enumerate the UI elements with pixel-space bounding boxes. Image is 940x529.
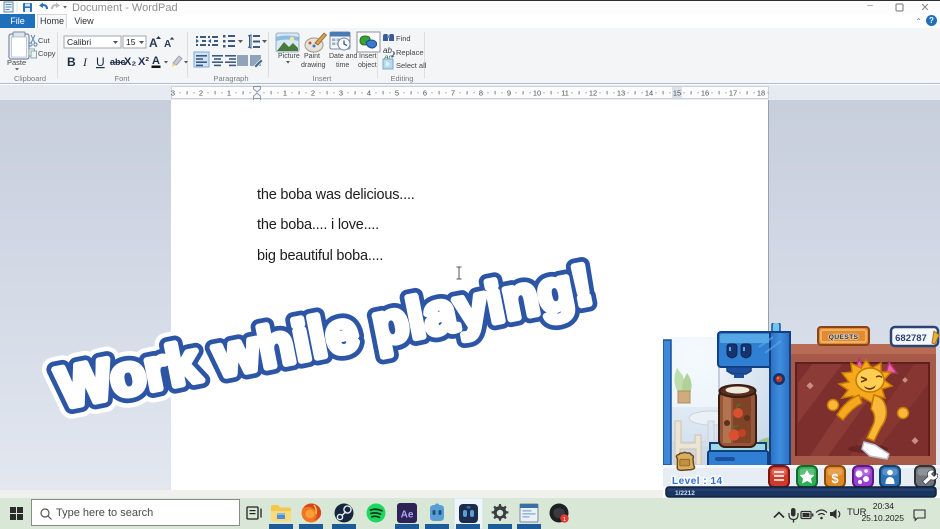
svg-text:Picture: Picture <box>278 53 300 60</box>
svg-text:14: 14 <box>645 89 653 98</box>
svg-text:25.10.2025: 25.10.2025 <box>861 513 904 523</box>
svg-text:Date and: Date and <box>329 53 358 60</box>
svg-text:4: 4 <box>367 89 371 98</box>
svg-text:2: 2 <box>311 89 315 98</box>
svg-text:Paint: Paint <box>304 53 320 60</box>
svg-text:Select all: Select all <box>396 61 427 70</box>
svg-text:20:34: 20:34 <box>873 501 895 511</box>
svg-text:5: 5 <box>395 89 399 98</box>
svg-text:U: U <box>96 55 105 69</box>
svg-text:2: 2 <box>199 89 203 98</box>
svg-text:9: 9 <box>507 89 511 98</box>
svg-text:I: I <box>82 55 88 69</box>
svg-text:Calibri: Calibri <box>67 37 91 47</box>
svg-text:Copy: Copy <box>38 49 56 58</box>
svg-text:A: A <box>164 39 171 50</box>
svg-text:A: A <box>149 36 158 50</box>
svg-text:Cut: Cut <box>38 36 51 45</box>
svg-text:A: A <box>152 55 160 67</box>
svg-text:3: 3 <box>171 89 175 98</box>
svg-text:QUESTS: QUESTS <box>829 334 859 341</box>
svg-text:17: 17 <box>729 89 737 98</box>
svg-text:B: B <box>67 55 76 69</box>
svg-text:15: 15 <box>126 37 136 47</box>
svg-text:7: 7 <box>451 89 455 98</box>
svg-text:Work while playing!: Work while playing! <box>52 252 598 420</box>
svg-text:drawing: drawing <box>301 62 326 69</box>
svg-text:1: 1 <box>227 89 231 98</box>
svg-text:11: 11 <box>561 89 569 98</box>
svg-text:time: time <box>336 62 349 69</box>
svg-text:12: 12 <box>589 89 597 98</box>
svg-text:3: 3 <box>339 89 343 98</box>
svg-text:X₂: X₂ <box>124 56 136 68</box>
svg-text:682787: 682787 <box>895 333 927 344</box>
svg-text:Replace: Replace <box>396 48 424 57</box>
svg-text:Level : 14: Level : 14 <box>672 476 723 487</box>
svg-text:Find: Find <box>396 34 411 43</box>
svg-text:18: 18 <box>757 89 765 98</box>
svg-text:6: 6 <box>423 89 427 98</box>
svg-text:object: object <box>358 62 377 69</box>
svg-text:Insert: Insert <box>359 53 377 60</box>
svg-text:X²: X² <box>138 56 149 68</box>
svg-text:15: 15 <box>673 89 681 98</box>
svg-text:16: 16 <box>701 89 709 98</box>
svg-text:8: 8 <box>479 89 483 98</box>
svg-text:1/2212: 1/2212 <box>675 490 695 497</box>
svg-text:Ae: Ae <box>401 510 414 521</box>
svg-text:1: 1 <box>283 89 287 98</box>
svg-text:13: 13 <box>617 89 625 98</box>
svg-text:$: $ <box>831 471 839 486</box>
svg-text:1: 1 <box>563 517 566 523</box>
svg-text:Paste: Paste <box>7 58 26 67</box>
svg-text:10: 10 <box>533 89 541 98</box>
